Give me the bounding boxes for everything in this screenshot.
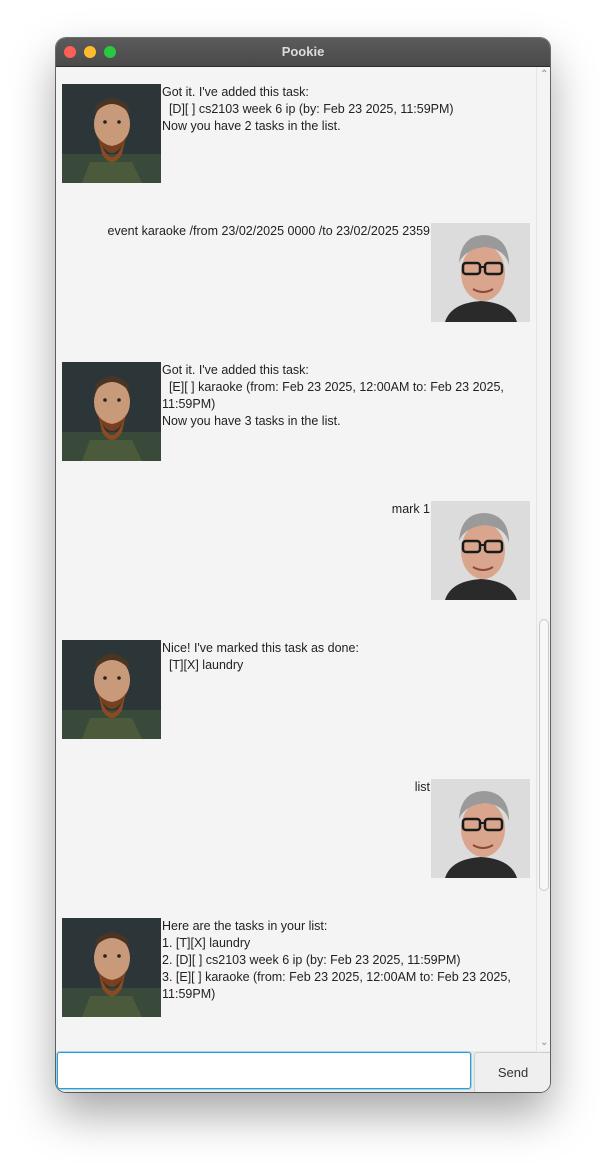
message-input[interactable] bbox=[57, 1052, 471, 1089]
user-avatar bbox=[431, 501, 530, 600]
scrollbar-thumb[interactable] bbox=[539, 619, 549, 891]
chat-dialog-pane[interactable]: Got it. I've added this task: [D][ ] cs2… bbox=[56, 67, 536, 1051]
title-bar: Pookie bbox=[56, 38, 550, 67]
vertical-scrollbar[interactable]: ⌃ ⌄ bbox=[536, 67, 550, 1051]
bot-avatar bbox=[62, 84, 161, 183]
bot-message: Got it. I've added this task: [E][ ] kar… bbox=[162, 363, 504, 428]
user-avatar bbox=[431, 223, 530, 322]
bot-avatar bbox=[62, 362, 161, 461]
user-message: mark 1 bbox=[391, 502, 430, 516]
bot-message: Got it. I've added this task: [D][ ] cs2… bbox=[162, 85, 454, 133]
input-bar: Send bbox=[56, 1051, 550, 1092]
user-avatar bbox=[431, 779, 530, 878]
user-message: list bbox=[414, 780, 430, 794]
window-title: Pookie bbox=[281, 44, 325, 59]
send-button[interactable]: Send bbox=[474, 1052, 550, 1092]
bot-avatar bbox=[62, 918, 161, 1017]
bot-message: Nice! I've marked this task as done: [T]… bbox=[162, 641, 359, 672]
app-window: Pookie Got it. I've added this task: [D]… bbox=[56, 38, 550, 1092]
user-message: event karaoke /from 23/02/2025 0000 /to … bbox=[107, 224, 430, 238]
bot-message: Here are the tasks in your list: 1. [T][… bbox=[162, 919, 511, 1001]
bot-avatar bbox=[62, 640, 161, 739]
